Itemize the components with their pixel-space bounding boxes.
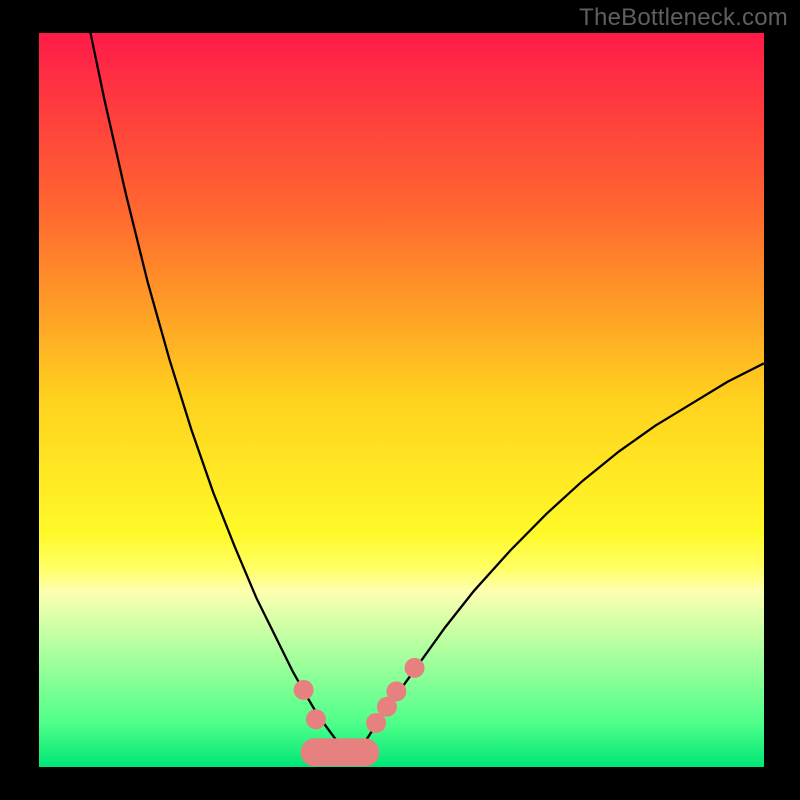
bottleneck-chart (0, 0, 800, 800)
marker-dot (405, 658, 425, 678)
marker-dot (306, 709, 326, 729)
watermark-text: TheBottleneck.com (579, 4, 788, 32)
plot-gradient-background (39, 33, 764, 767)
marker-dot (386, 681, 406, 701)
marker-dot (294, 680, 314, 700)
